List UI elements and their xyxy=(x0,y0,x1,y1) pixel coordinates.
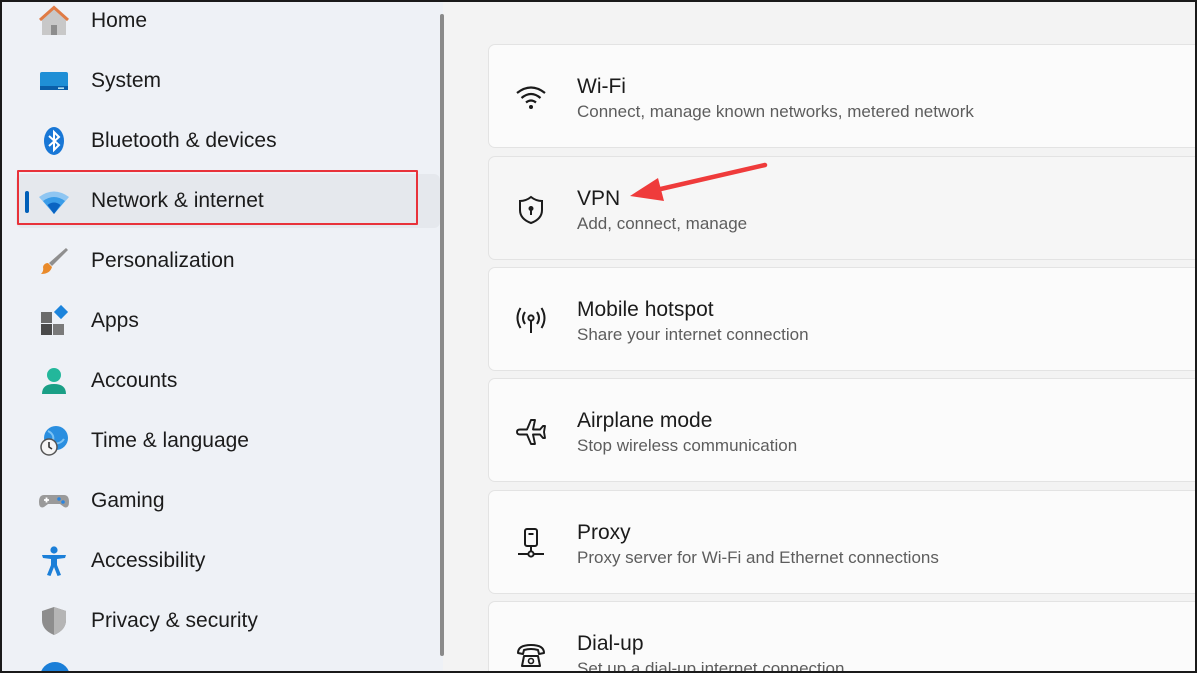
sidebar-scrollbar[interactable] xyxy=(440,14,444,656)
setting-card-dial-up[interactable]: Dial-up Set up a dial-up internet connec… xyxy=(488,601,1197,673)
accessibility-icon xyxy=(38,545,70,577)
system-icon xyxy=(38,65,70,97)
setting-subtitle: Set up a dial-up internet connection xyxy=(577,659,845,673)
network-settings-panel: Wi-Fi Connect, manage known networks, me… xyxy=(446,0,1197,673)
setting-subtitle: Stop wireless communication xyxy=(577,436,798,455)
sidebar-nav: Home System Bluetooth & devices Network … xyxy=(0,0,443,673)
setting-title: VPN xyxy=(577,187,621,210)
sidebar-item-accessibility[interactable]: Accessibility xyxy=(16,534,440,588)
dialup-icon xyxy=(513,637,549,673)
sidebar-item-label: Home xyxy=(91,9,148,32)
setting-title: Mobile hotspot xyxy=(577,298,714,321)
sidebar-item-label: Bluetooth & devices xyxy=(91,129,277,152)
hotspot-icon xyxy=(513,303,549,339)
sidebar-item-label: Privacy & security xyxy=(91,609,258,632)
setting-subtitle: Proxy server for Wi-Fi and Ethernet conn… xyxy=(577,548,939,567)
vpn-shield-icon xyxy=(513,192,549,228)
sidebar-item-label: Personalization xyxy=(91,249,235,272)
sidebar-item-label: Time & language xyxy=(91,429,249,452)
sidebar-item-time-language[interactable]: Time & language xyxy=(16,414,440,468)
sidebar-item-bluetooth[interactable]: Bluetooth & devices xyxy=(16,114,440,168)
bluetooth-icon xyxy=(38,125,70,157)
sidebar-item-accounts[interactable]: Accounts xyxy=(16,354,440,408)
sidebar-item-label: Apps xyxy=(91,309,139,332)
setting-title: Airplane mode xyxy=(577,409,713,432)
home-icon xyxy=(38,5,70,37)
setting-title: Proxy xyxy=(577,521,631,544)
sidebar-item-apps[interactable]: Apps xyxy=(16,294,440,348)
sidebar-item-label: Accounts xyxy=(91,369,178,392)
setting-card-proxy[interactable]: Proxy Proxy server for Wi-Fi and Etherne… xyxy=(488,490,1197,594)
sidebar-item-label: Accessibility xyxy=(91,549,206,572)
setting-subtitle: Share your internet connection xyxy=(577,325,809,344)
shield-icon xyxy=(38,605,70,637)
setting-title: Dial-up xyxy=(577,632,644,655)
wifi-icon xyxy=(513,80,549,116)
sidebar-item-personalization[interactable]: Personalization xyxy=(16,234,440,288)
annotation-highlight-box xyxy=(17,170,418,225)
setting-title: Wi-Fi xyxy=(577,75,626,98)
setting-card-airplane-mode[interactable]: Airplane mode Stop wireless communicatio… xyxy=(488,378,1197,482)
sidebar-item-partial-icon xyxy=(40,662,70,673)
apps-icon xyxy=(38,305,70,337)
gamepad-icon xyxy=(38,485,70,517)
sidebar-item-system[interactable]: System xyxy=(16,54,440,108)
account-icon xyxy=(38,365,70,397)
clock-globe-icon xyxy=(38,425,70,457)
sidebar-item-label: System xyxy=(91,69,162,92)
setting-subtitle: Connect, manage known networks, metered … xyxy=(577,102,974,121)
sidebar-item-home[interactable]: Home xyxy=(16,0,440,48)
sidebar-item-gaming[interactable]: Gaming xyxy=(16,474,440,528)
airplane-icon xyxy=(513,414,549,450)
annotation-arrow xyxy=(630,162,768,201)
setting-card-vpn[interactable]: VPN Add, connect, manage xyxy=(488,156,1197,260)
sidebar-item-label: Gaming xyxy=(91,489,165,512)
setting-card-wifi[interactable]: Wi-Fi Connect, manage known networks, me… xyxy=(488,44,1197,148)
setting-card-mobile-hotspot[interactable]: Mobile hotspot Share your internet conne… xyxy=(488,267,1197,371)
brush-icon xyxy=(38,245,70,277)
sidebar-item-privacy-security[interactable]: Privacy & security xyxy=(16,594,440,648)
proxy-icon xyxy=(513,526,549,562)
